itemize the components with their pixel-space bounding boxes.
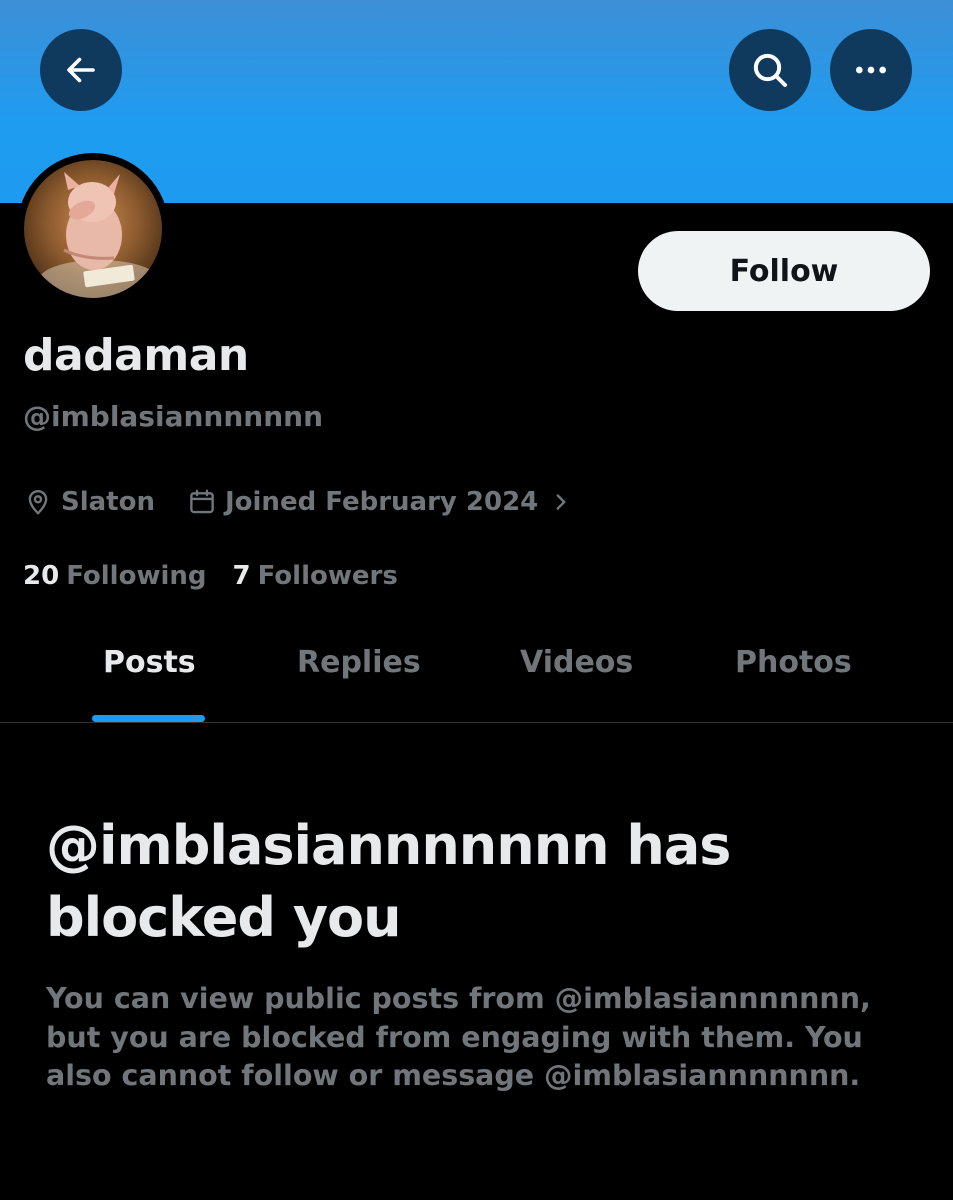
location-item: Slaton [23,487,155,517]
joined-text: Joined February 2024 [224,487,539,517]
joined-item[interactable]: Joined February 2024 [187,487,574,517]
avatar-pig-illustration [39,172,159,298]
back-button[interactable] [40,29,122,111]
tab-videos[interactable]: Videos [520,645,633,680]
avatar [24,160,162,298]
profile-handle: @imblasiannnnnnn [23,400,324,433]
blocked-message: You can view public posts from @imblasia… [46,982,871,1092]
tab-posts[interactable]: Posts [103,645,196,680]
location-text: Slaton [61,487,155,517]
active-tab-indicator [92,715,205,722]
display-name: dadaman [23,330,249,381]
avatar-frame[interactable] [17,153,169,305]
more-options-button[interactable] [830,29,912,111]
following-stat[interactable]: 20 Following [23,561,207,591]
followers-count: 7 [232,561,251,591]
chevron-right-icon [556,494,566,510]
location-pin-icon [28,490,48,515]
arrow-left-icon [67,57,95,83]
tab-photos[interactable]: Photos [735,645,852,680]
followers-stat[interactable]: 7 Followers [233,561,398,591]
more-horizontal-icon [856,66,886,74]
following-count: 20 [23,561,60,591]
blocked-title: @imblasiannnnnnn has blocked you [46,814,731,949]
following-label: Following [66,561,207,591]
tab-replies[interactable]: Replies [297,645,421,680]
follow-stats: 20 Following 7 Followers [23,558,398,594]
search-icon [753,53,787,87]
search-button[interactable] [729,29,811,111]
profile-meta: Slaton Joined February 2024 [23,482,574,522]
follow-button[interactable]: Follow [638,231,930,311]
tabs-divider [0,722,953,723]
calendar-icon [190,489,214,514]
followers-label: Followers [257,561,398,591]
profile-page: Follow dadaman @imblasiannnnnnn Slaton J… [0,0,953,1200]
